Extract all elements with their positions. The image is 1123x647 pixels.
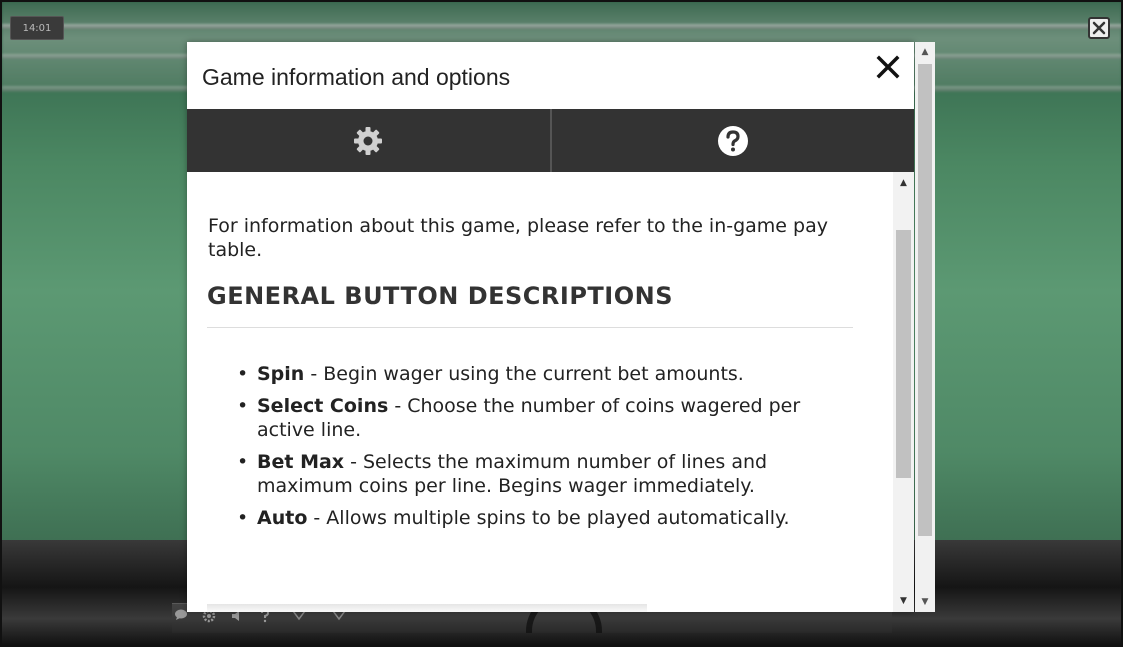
intro-text: For information about this game, please … <box>208 215 828 261</box>
list-item: • Bet Max - Selects the maximum number o… <box>237 450 847 498</box>
content-scroll-thumb[interactable] <box>896 230 911 478</box>
close-icon <box>876 55 900 79</box>
page-scrollbar[interactable]: ▲ ▼ <box>915 42 935 612</box>
dialog-content: For information about this game, please … <box>187 172 893 612</box>
dialog-header: Game information and options <box>187 42 914 109</box>
scroll-up-arrow-icon[interactable]: ▲ <box>915 42 935 62</box>
item-term: Spin <box>257 363 305 385</box>
dialog-tab-bar <box>187 109 914 172</box>
question-icon <box>717 125 748 156</box>
list-item: • Auto - Allows multiple spins to be pla… <box>237 506 847 530</box>
scroll-down-arrow-icon[interactable]: ▼ <box>915 592 935 612</box>
page-scroll-thumb[interactable] <box>918 64 932 536</box>
close-icon <box>1092 21 1106 35</box>
divider <box>207 327 853 328</box>
item-desc: - Allows multiple spins to be played aut… <box>307 507 790 529</box>
cut-off-text <box>207 604 647 612</box>
section-heading: GENERAL BUTTON DESCRIPTIONS <box>207 282 673 310</box>
list-item: • Spin - Begin wager using the current b… <box>237 362 847 386</box>
item-term: Bet Max <box>257 451 345 473</box>
game-close-button[interactable] <box>1088 17 1110 39</box>
game-clock: 14:01 <box>10 16 64 40</box>
dialog-title: Game information and options <box>202 64 511 90</box>
button-description-list: • Spin - Begin wager using the current b… <box>237 362 847 538</box>
scroll-down-arrow-icon[interactable]: ▼ <box>893 590 914 612</box>
list-item: • Select Coins - Choose the number of co… <box>237 394 847 442</box>
bullet: • <box>237 507 249 529</box>
tab-settings[interactable] <box>187 109 550 172</box>
content-scrollbar[interactable]: ▲ ▼ <box>893 172 914 612</box>
dialog-close-button[interactable] <box>873 52 903 82</box>
bullet: • <box>237 395 249 417</box>
item-term: Auto <box>257 507 308 529</box>
game-rail-top <box>2 24 1121 29</box>
item-term: Select Coins <box>257 395 389 417</box>
bullet: • <box>237 451 249 473</box>
item-desc: - Begin wager using the current bet amou… <box>304 363 744 385</box>
gear-icon <box>354 126 383 155</box>
game-info-dialog: Game information and options For informa… <box>187 42 914 612</box>
tab-help[interactable] <box>549 109 914 172</box>
scroll-up-arrow-icon[interactable]: ▲ <box>893 172 914 194</box>
bullet: • <box>237 363 249 385</box>
